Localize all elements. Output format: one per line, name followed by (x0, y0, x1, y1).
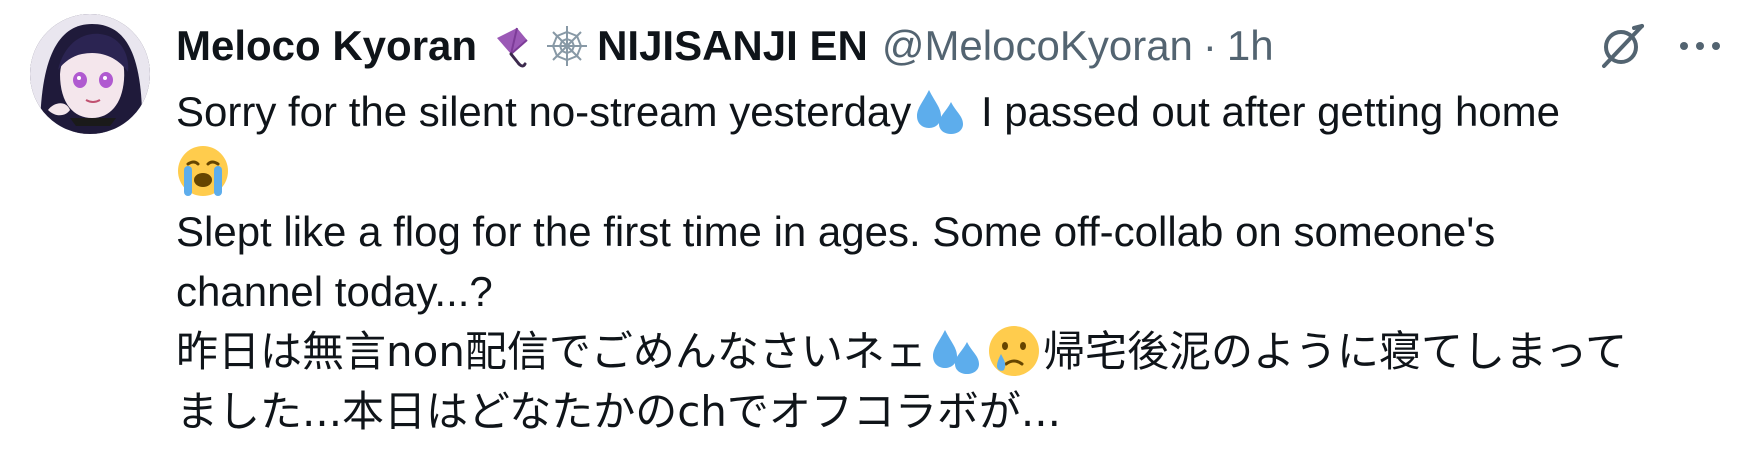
timestamp[interactable]: 1h (1227, 14, 1274, 78)
tweet-actions (1596, 14, 1722, 78)
tweet-header: Meloco Kyoran NIJISANJI EN @MelocoKyoran… (176, 14, 1556, 78)
grok-icon[interactable] (1596, 20, 1648, 72)
tweet-text-segment: ました...本日はどなたかのchでオフコラボが... (176, 387, 1061, 436)
avatar-image (30, 14, 150, 134)
loudly-crying-emoji (176, 144, 230, 198)
tweet-line: Slept like a flog for the first time in … (176, 202, 1736, 262)
tweet-text-segment: I passed out after getting home (969, 88, 1561, 135)
tweet-text-segment: 昨日は無言non配信でごめんなさいネェ (176, 327, 927, 376)
affiliation[interactable]: NIJISANJI EN (597, 14, 868, 78)
handle[interactable]: @MelocoKyoran (882, 14, 1193, 78)
spider-web-emoji (543, 22, 591, 70)
umbrella-emoji (487, 22, 535, 70)
tweet-text: Sorry for the silent no-stream yesterday… (176, 82, 1736, 442)
sweat-droplets-emoji (929, 324, 983, 378)
tweet-line: Sorry for the silent no-stream yesterday… (176, 82, 1736, 142)
avatar[interactable] (30, 14, 150, 134)
tweet[interactable]: Meloco Kyoran NIJISANJI EN @MelocoKyoran… (0, 0, 1744, 468)
tweet-text-segment: Slept like a flog for the first time in … (176, 208, 1496, 255)
separator: · (1202, 22, 1217, 69)
tweet-text-segment: channel today...? (176, 268, 493, 315)
tweet-line (176, 142, 1736, 202)
crying-face-emoji (987, 324, 1041, 378)
tweet-line: channel today...? (176, 262, 1736, 322)
tweet-line: 昨日は無言non配信でごめんなさいネェ 帰宅後泥のように寝てしまって (176, 322, 1736, 382)
display-name[interactable]: Meloco Kyoran (176, 14, 477, 78)
sweat-droplets-emoji (913, 84, 967, 138)
tweet-line: ました...本日はどなたかのchでオフコラボが... (176, 382, 1736, 442)
tweet-text-segment: Sorry for the silent no-stream yesterday (176, 88, 912, 135)
tweet-text-segment: 帰宅後泥のように寝てしまって (1042, 327, 1628, 376)
more-icon[interactable] (1678, 36, 1722, 56)
